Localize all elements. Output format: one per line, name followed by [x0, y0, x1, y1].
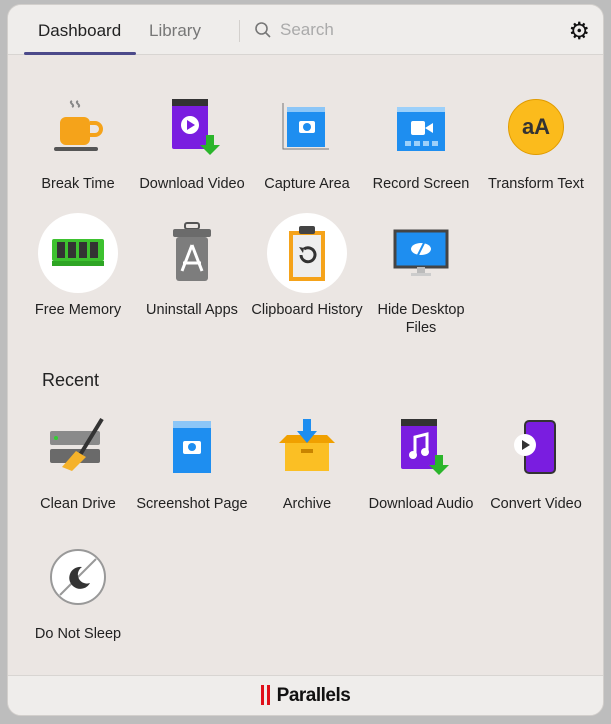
search-box[interactable]: [254, 20, 480, 40]
tool-label: Download Audio: [368, 496, 474, 512]
record-screen-icon: [381, 87, 461, 167]
tool-label: Download Video: [139, 176, 245, 192]
tool-label: Transform Text: [488, 176, 584, 192]
download-video-icon: [152, 87, 232, 167]
tool-archive[interactable]: Archive: [250, 407, 364, 513]
archive-box-icon: [267, 407, 347, 487]
tool-label: Do Not Sleep: [34, 626, 122, 642]
clipboard-history-icon: [267, 213, 347, 293]
tool-label: Archive: [282, 496, 332, 512]
tool-convert-video[interactable]: Convert Video: [479, 407, 593, 513]
tool-free-memory[interactable]: Free Memory: [21, 213, 135, 319]
tool-label: Free Memory: [34, 302, 122, 318]
clean-drive-icon: [38, 407, 118, 487]
tab-dashboard[interactable]: Dashboard: [38, 21, 121, 41]
tool-record-screen[interactable]: Record Screen: [364, 87, 478, 193]
search-icon: [255, 22, 271, 38]
hide-desktop-icon: [381, 213, 461, 293]
header: Dashboard Library ⚙: [8, 5, 603, 55]
tool-uninstall-apps[interactable]: Uninstall Apps: [135, 213, 249, 319]
tool-label: Hide Desktop Files: [377, 302, 465, 336]
tool-label: Clipboard History: [251, 302, 363, 318]
tool-hide-desktop-files[interactable]: Hide Desktop Files: [364, 213, 478, 337]
download-audio-icon: [381, 407, 461, 487]
tool-label: Convert Video: [490, 496, 582, 512]
tool-label: Uninstall Apps: [146, 302, 238, 318]
active-tab-indicator: [24, 52, 136, 55]
capture-area-icon: [267, 87, 347, 167]
tool-label: Break Time: [41, 176, 115, 192]
tool-break-time[interactable]: Break Time: [21, 87, 135, 193]
tab-library[interactable]: Library: [149, 21, 201, 41]
divider: [239, 20, 240, 42]
tool-label: Record Screen: [372, 176, 470, 192]
parallels-logo: Parallels: [260, 684, 351, 707]
tool-label: Screenshot Page: [136, 496, 248, 512]
brand-name: Parallels: [276, 684, 351, 706]
tool-download-video[interactable]: Download Video: [135, 87, 249, 193]
transform-text-icon: aA: [496, 87, 576, 167]
tool-screenshot-page[interactable]: Screenshot Page: [135, 407, 249, 513]
tool-clean-drive[interactable]: Clean Drive: [21, 407, 135, 513]
tool-label: Capture Area: [264, 176, 350, 192]
tool-download-audio[interactable]: Download Audio: [364, 407, 478, 513]
tool-capture-area[interactable]: Capture Area: [250, 87, 364, 193]
coffee-cup-icon: [38, 87, 118, 167]
convert-video-icon: [496, 407, 576, 487]
tool-clipboard-history[interactable]: Clipboard History: [250, 213, 364, 319]
trash-app-icon: [152, 213, 232, 293]
app-window: Dashboard Library ⚙ Break Time Download …: [7, 4, 604, 716]
screenshot-page-icon: [152, 407, 232, 487]
recent-heading: Recent: [42, 370, 100, 390]
search-input[interactable]: [280, 20, 480, 40]
tool-label: Clean Drive: [40, 496, 116, 512]
tool-transform-text[interactable]: aA Transform Text: [479, 87, 593, 193]
tool-do-not-sleep[interactable]: Do Not Sleep: [21, 537, 135, 643]
do-not-sleep-icon: [38, 537, 118, 617]
parallels-bars-icon: [260, 685, 273, 707]
footer: Parallels: [8, 675, 603, 715]
gear-icon[interactable]: ⚙: [568, 17, 590, 46]
memory-chip-icon: [38, 213, 118, 293]
